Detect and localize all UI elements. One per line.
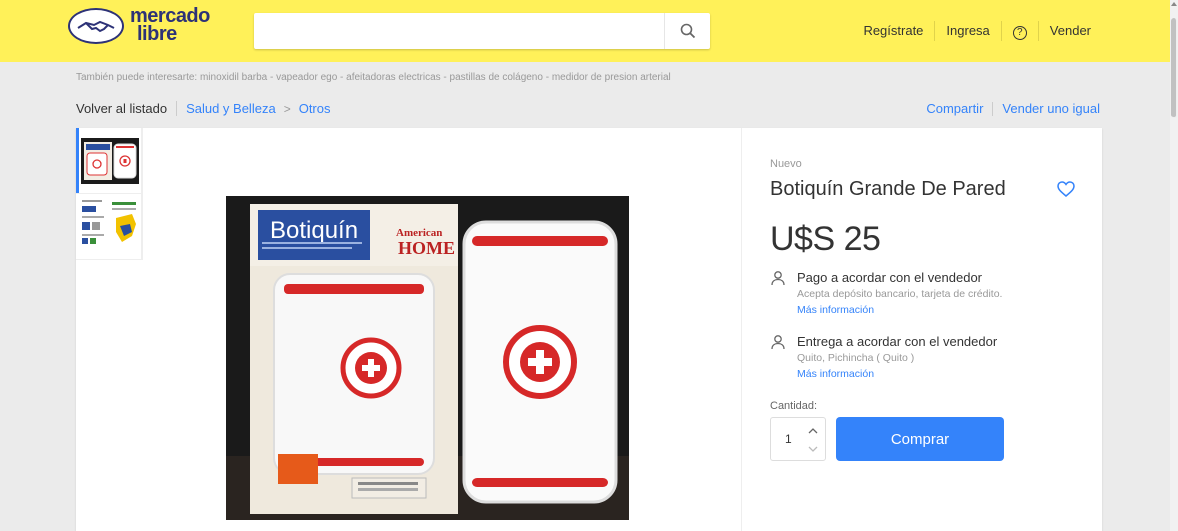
header-bar: mercado libre Regístrate Ingresa ? Vende…	[0, 0, 1170, 62]
login-link[interactable]: Ingresa	[934, 21, 1000, 41]
header-nav: Regístrate Ingresa ? Vender	[852, 21, 1102, 41]
buy-button[interactable]: Comprar	[836, 417, 1004, 461]
thumbnail-1[interactable]	[76, 128, 142, 194]
page-scrollbar[interactable]	[1170, 0, 1178, 531]
register-link[interactable]: Regístrate	[852, 21, 934, 41]
delivery-more-info-link[interactable]: Más información	[797, 368, 874, 380]
chevron-up-icon[interactable]	[807, 426, 819, 436]
sell-same-link[interactable]: Vender uno igual	[1002, 101, 1100, 116]
payment-more-info-link[interactable]: Más información	[797, 304, 874, 316]
search-icon	[680, 23, 695, 39]
payment-detail: Acepta depósito bancario, tarjeta de cré…	[797, 288, 1003, 300]
scrollbar-thumb[interactable]	[1171, 18, 1177, 118]
condition-label: Nuevo	[770, 158, 802, 170]
chevron-down-icon[interactable]	[807, 444, 819, 454]
breadcrumb: Volver al listado Salud y Belleza > Otro…	[76, 101, 331, 116]
back-to-list-link[interactable]: Volver al listado	[76, 101, 178, 116]
help-icon: ?	[1012, 26, 1027, 40]
delivery-title: Entrega a acordar con el vendedor	[797, 334, 998, 349]
scroll-up-arrow-icon[interactable]	[1171, 2, 1177, 6]
search-input[interactable]	[254, 13, 664, 49]
quantity-label: Cantidad:	[770, 400, 818, 412]
person-icon	[771, 271, 785, 286]
thumbnail-divider	[142, 128, 143, 260]
product-photo: Botiquín American HOME	[226, 196, 629, 520]
thumbnail-image-cabinet	[76, 128, 141, 193]
thumbnail-list	[76, 128, 142, 260]
help-link[interactable]: ?	[1000, 21, 1038, 41]
delivery-detail: Quito, Pichincha ( Quito )	[797, 352, 915, 364]
search-box	[254, 13, 710, 49]
favorite-heart-icon[interactable]	[1056, 180, 1076, 198]
sell-link[interactable]: Vender	[1037, 21, 1102, 41]
share-link[interactable]: Compartir	[926, 101, 983, 116]
breadcrumb-separator: >	[283, 101, 291, 116]
mercadolibre-logo[interactable]: mercado libre	[68, 6, 228, 46]
quantity-stepper[interactable]: 1	[770, 417, 826, 461]
share-actions: Compartir Vender uno igual	[926, 101, 1100, 116]
box-brand-title: Botiquín	[270, 217, 358, 244]
product-price: U$S 25	[770, 220, 881, 258]
thumbnail-2[interactable]	[76, 194, 142, 260]
payment-title: Pago a acordar con el vendedor	[797, 270, 983, 285]
box-logo-line2: HOME	[398, 238, 455, 258]
divider	[992, 102, 994, 116]
person-icon	[771, 335, 785, 350]
product-main-image[interactable]: Botiquín American HOME	[226, 196, 629, 520]
search-button[interactable]	[664, 13, 710, 49]
breadcrumb-category[interactable]: Salud y Belleza	[186, 101, 276, 116]
product-card: Botiquín American HOME Nuevo Botiquín Gr…	[76, 128, 1102, 531]
related-searches: También puede interesarte: minoxidil bar…	[76, 72, 671, 83]
quantity-value[interactable]: 1	[785, 432, 792, 446]
breadcrumb-subcategory[interactable]: Otros	[299, 101, 331, 116]
logo-word-libre: libre	[137, 23, 177, 45]
product-title: Botiquín Grande De Pared	[770, 178, 1006, 200]
column-divider	[741, 128, 742, 531]
thumbnail-image-specs	[76, 194, 141, 259]
handshake-icon	[68, 8, 124, 44]
